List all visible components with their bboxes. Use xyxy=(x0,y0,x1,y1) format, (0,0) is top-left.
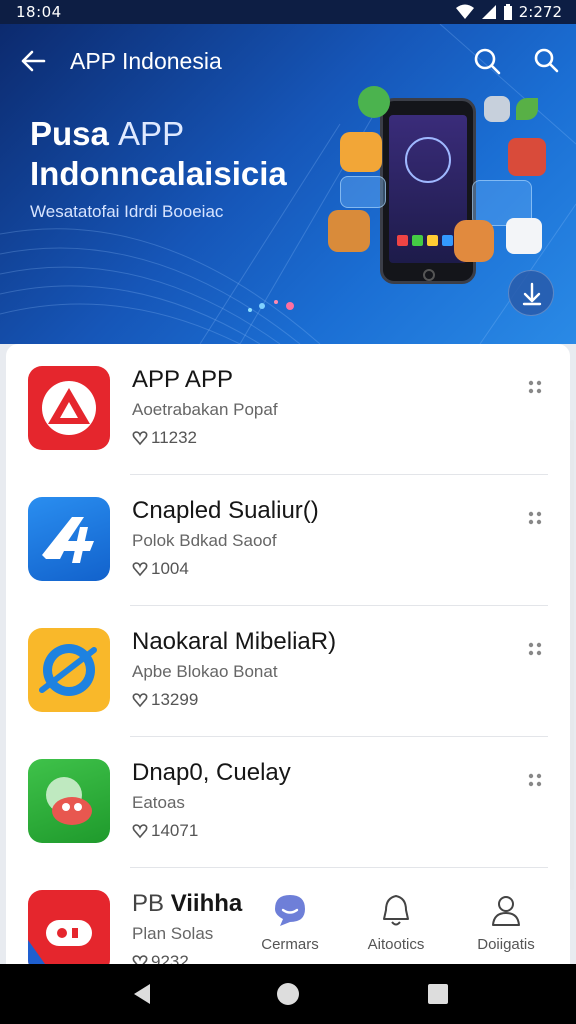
app-download-count: 13299 xyxy=(132,690,198,710)
more-options-button[interactable] xyxy=(522,767,548,793)
triangle-back-icon xyxy=(134,984,150,1004)
app-name-row: PB Viihha xyxy=(132,890,242,918)
arrow-left-icon xyxy=(21,50,46,72)
signal-icon xyxy=(481,5,496,19)
system-back-button[interactable] xyxy=(128,978,160,1010)
wifi-icon xyxy=(455,4,474,19)
hero-title-bold: Pusa xyxy=(30,115,109,152)
heart-icon xyxy=(132,693,148,708)
status-icons: 2:272 xyxy=(455,3,562,21)
green-bubble-icon xyxy=(358,86,390,118)
app-name: Cnapled Sualiur() xyxy=(132,497,319,524)
heart-icon xyxy=(132,562,148,577)
more-options-button[interactable] xyxy=(522,636,548,662)
status-bar: 18:04 2:272 xyxy=(0,0,576,24)
more-dots-icon xyxy=(528,511,542,525)
person-icon xyxy=(492,896,520,926)
hero-subtitle: Wesatatofai Idrdi Booeiac xyxy=(30,202,224,221)
app-name: Viihha xyxy=(170,890,243,917)
app-count-value: 14071 xyxy=(151,821,199,840)
hero-banner: APP Indonesia Pusa APP Indonncalaisicia … xyxy=(0,24,576,344)
list-scrollbar[interactable] xyxy=(570,420,574,890)
robot-sticker-icon xyxy=(484,96,510,122)
green-mascot-logo-icon xyxy=(28,759,110,843)
app-count-value: 1004 xyxy=(151,559,189,578)
nav-label: Doiigatis xyxy=(477,936,535,953)
hero-title: Pusa APP Indonncalaisicia xyxy=(30,114,330,194)
app-name: Naokaral MibeliaR) xyxy=(132,628,337,655)
blue-4-logo-icon xyxy=(28,497,110,581)
app-list-item[interactable]: Dnap0, Cuelay Eatoas 14071 xyxy=(6,737,570,868)
red-video-logo-icon xyxy=(28,890,110,974)
phone-ring-graphic xyxy=(405,137,451,183)
more-options-button[interactable] xyxy=(522,505,548,531)
app-list-item[interactable]: Cnapled Sualiur() Polok Bdkad Saoof 1004 xyxy=(6,475,570,606)
nav-label: Cermars xyxy=(261,936,319,953)
app-count-value: 11232 xyxy=(151,428,198,447)
bottom-navigation: Cermars Aitootics Doiigatis xyxy=(240,884,570,964)
more-dots-icon xyxy=(528,773,542,787)
app-developer: Eatoas xyxy=(132,793,185,812)
phone-home-button xyxy=(423,269,435,281)
system-navigation-bar xyxy=(0,964,576,1024)
search-icon xyxy=(534,48,559,73)
card-panel-graphic xyxy=(340,176,386,208)
heart-icon xyxy=(132,431,148,446)
message-card-icon xyxy=(506,218,542,254)
app-developer: Polok Bdkad Saoof xyxy=(132,531,277,550)
character-sticker-icon xyxy=(454,220,494,262)
leaf-icon xyxy=(516,98,538,120)
app-name-prefix: PB xyxy=(132,890,165,917)
nav-label: Aitootics xyxy=(367,936,425,953)
top-toolbar: APP Indonesia xyxy=(0,38,576,82)
app-developer: Plan Solas xyxy=(132,924,214,943)
more-options-button[interactable] xyxy=(522,374,548,400)
app-download-count: 14071 xyxy=(132,821,198,841)
search-button-secondary[interactable] xyxy=(530,44,564,78)
circle-home-icon xyxy=(277,983,299,1005)
app-title: APP Indonesia xyxy=(70,48,222,74)
status-time: 18:04 xyxy=(16,3,62,21)
more-dots-icon xyxy=(528,642,542,656)
battery-icon xyxy=(503,3,512,20)
app-developer: Aoetrabakan Popaf xyxy=(132,400,278,419)
app-list-item[interactable]: Naokaral MibeliaR) Apbe Blokao Bonat 132… xyxy=(6,606,570,737)
app-developer: Apbe Blokao Bonat xyxy=(132,662,278,681)
nav-item-doiigatis[interactable]: Doiigatis xyxy=(456,888,556,960)
app-name: APP APP xyxy=(132,366,233,393)
bell-icon xyxy=(383,895,409,926)
yellow-circle-logo-icon xyxy=(28,628,110,712)
emoji-sticker-icon xyxy=(340,132,382,172)
nav-item-aitootics[interactable]: Aitootics xyxy=(346,888,446,960)
app-download-count: 1004 xyxy=(132,559,189,579)
system-recents-button[interactable] xyxy=(422,978,454,1010)
system-home-button[interactable] xyxy=(272,978,304,1010)
red-triangle-logo-icon xyxy=(28,366,110,450)
character-sticker-icon xyxy=(328,210,370,252)
back-button[interactable] xyxy=(16,44,50,78)
nav-item-cermars[interactable]: Cermars xyxy=(240,888,340,960)
download-button[interactable] xyxy=(508,270,554,316)
search-icon xyxy=(474,48,501,75)
download-icon xyxy=(522,282,542,306)
status-right-time: 2:272 xyxy=(518,3,562,21)
more-dots-icon xyxy=(528,380,542,394)
app-list-item[interactable]: APP APP Aoetrabakan Popaf 11232 xyxy=(6,344,570,475)
app-name: Dnap0, Cuelay xyxy=(132,759,291,786)
calendar-icon xyxy=(508,138,546,176)
app-download-count: 11232 xyxy=(132,428,197,448)
app-count-value: 13299 xyxy=(151,690,199,709)
heart-icon xyxy=(132,824,148,839)
search-button[interactable] xyxy=(470,44,504,78)
hero-title-line2: Indonncalaisicia xyxy=(30,155,287,192)
phone-dock xyxy=(397,235,459,249)
chat-icon xyxy=(275,895,305,926)
square-recents-icon xyxy=(428,984,448,1004)
hero-title-light: APP xyxy=(118,115,185,152)
